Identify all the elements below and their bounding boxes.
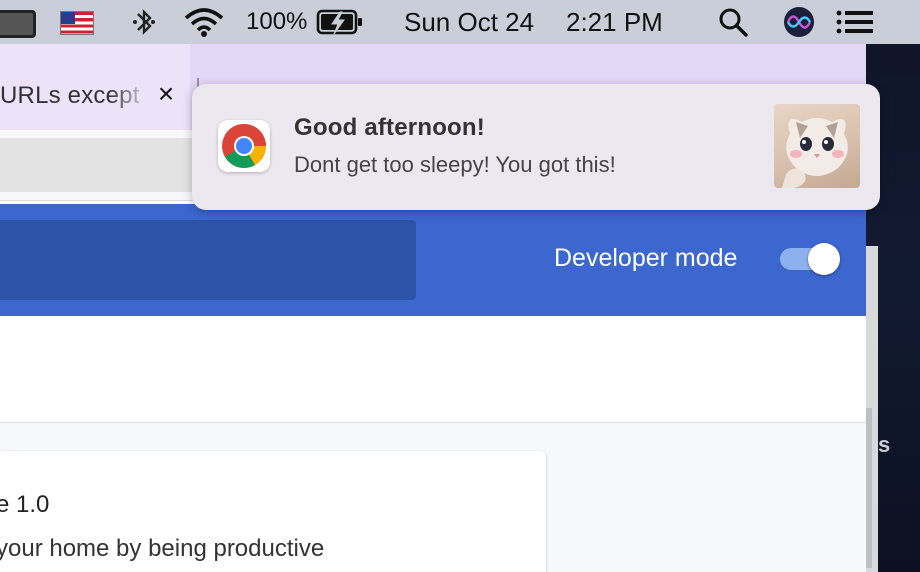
toggle-knob: [808, 243, 840, 275]
wifi-icon[interactable]: [182, 0, 226, 44]
extension-card[interactable]: e 1.0 your home by being productive: [0, 451, 546, 572]
developer-mode-toggle[interactable]: [780, 243, 840, 275]
extensions-header: Developer mode: [0, 204, 866, 316]
notification-body: Dont get too sleepy! You got this!: [294, 152, 616, 177]
menubar-date[interactable]: Sun Oct 24: [404, 0, 534, 44]
extensions-search-input[interactable]: [0, 220, 416, 300]
bluetooth-icon[interactable]: [131, 0, 157, 44]
notification-title: Good afternoon!: [294, 114, 485, 141]
chrome-icon: [218, 120, 270, 172]
cat-photo: [774, 104, 860, 188]
battery-percent[interactable]: 100%: [246, 0, 307, 44]
siri-icon[interactable]: [782, 0, 816, 44]
battery-charging-icon[interactable]: [316, 0, 364, 44]
browser-tab[interactable]: URLs except ×: [0, 44, 190, 130]
us-flag-icon[interactable]: [60, 11, 94, 35]
extensions-toolbar-area: [0, 316, 866, 423]
extension-version: e 1.0: [0, 491, 50, 518]
menubar-time[interactable]: 2:21 PM: [566, 0, 663, 44]
app-window-icon[interactable]: [0, 10, 36, 38]
menu-bar: 100% Sun Oct 24 2:21 PM: [0, 0, 920, 44]
spotlight-search-icon[interactable]: [717, 0, 749, 44]
tab-close-icon[interactable]: ×: [152, 80, 180, 108]
background-window-scrollbar: [866, 408, 872, 568]
notification-center-icon[interactable]: [836, 0, 874, 44]
notification-banner[interactable]: Good afternoon! Dont get too sleepy! You…: [192, 84, 880, 210]
extension-description: your home by being productive: [0, 535, 325, 562]
extensions-content: e 1.0 your home by being productive: [0, 423, 866, 572]
background-window-text: s: [878, 432, 891, 457]
developer-mode-label: Developer mode: [554, 244, 738, 272]
